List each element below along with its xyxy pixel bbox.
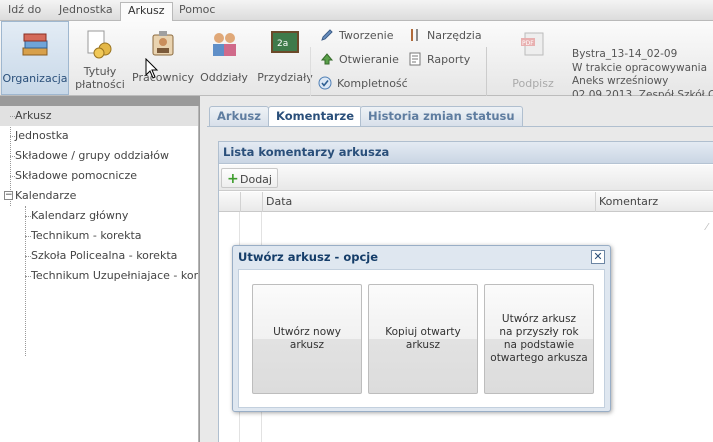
dialog-title: Utwórz arkusz - opcje [238, 250, 379, 264]
menu-item-help[interactable]: Pomoc [179, 3, 215, 16]
checkbox-column[interactable] [241, 192, 263, 212]
panel-title: Lista komentarzy arkusza [219, 142, 713, 164]
sheet-annex: Aneks wrześniowy [572, 75, 669, 87]
tree-item-post-secondary-correction[interactable]: Szkoła Policealna - korekta [0, 246, 198, 266]
plus-icon: + [227, 171, 239, 187]
tree-item-main-calendar[interactable]: Kalendarz główny [0, 206, 198, 226]
create-next-year-sheet-button[interactable]: Utwórz arkusz na przyszły rok na podstaw… [484, 284, 594, 394]
create-sheet-dialog: Utwórz arkusz - opcje ✕ Utwórz nowy arku… [232, 245, 611, 412]
organization-label: Organizacja [2, 72, 68, 85]
svg-text:2a: 2a [277, 39, 288, 49]
open-arrow-icon [320, 53, 334, 65]
navigation-tree: Arkusz Jednostka Składowe / grupy oddzia… [0, 106, 199, 442]
create-label: Tworzenie [339, 29, 394, 42]
comments-grid-header: Data Komentarz [219, 192, 713, 212]
collapse-tree-icon[interactable]: − [4, 191, 13, 200]
checkmark-circle-icon [318, 76, 332, 90]
sheet-name: Bystra_13-14_02-09 [572, 48, 678, 60]
payment-titles-button[interactable]: Tytuły płatności [70, 21, 130, 95]
assignments-button[interactable]: 2a Przydziały [256, 21, 314, 95]
row-number-column [219, 192, 241, 212]
organization-button[interactable]: Organizacja [1, 21, 69, 95]
create-new-sheet-button[interactable]: Utwórz nowy arkusz [252, 284, 362, 394]
classes-label: Oddziały [200, 71, 248, 84]
dialog-body: Utwórz nowy arkusz Kopiuj otwarty arkusz… [238, 269, 605, 408]
pencil-icon [321, 29, 333, 41]
create-button[interactable]: Tworzenie [320, 28, 393, 42]
tools-icon [411, 29, 418, 41]
copy-open-sheet-button[interactable]: Kopiuj otwarty arkusz [368, 284, 478, 394]
books-icon [22, 33, 48, 56]
reports-button[interactable]: Raporty [408, 52, 470, 66]
tree-item-sheet[interactable]: Arkusz [0, 106, 198, 126]
comment-column-header[interactable]: Komentarz [596, 192, 713, 212]
tools-label: Narzędzia [427, 29, 482, 42]
coins-icon [87, 30, 112, 59]
employees-label: Pracownicy [132, 71, 195, 84]
close-icon[interactable]: ✕ [591, 250, 605, 264]
mouse-cursor-icon [145, 58, 159, 79]
employees-button[interactable]: Pracownicy [132, 21, 194, 95]
add-label: Dodaj [240, 173, 272, 186]
chalkboard-icon: 2a [271, 31, 299, 53]
tree-item-auxiliary[interactable]: Składowe pomocnicze [0, 166, 198, 186]
tab-strip-border [207, 126, 713, 127]
sign-label: Podpisz [512, 77, 554, 90]
classes-button[interactable]: Oddziały [196, 21, 252, 95]
tree-item-unit[interactable]: Jednostka [0, 126, 198, 146]
tree-item-class-groups[interactable]: Składowe / grupy oddziałów [0, 146, 198, 166]
sheet-info: Bystra_13-14_02-09 W trakcie opracowywan… [572, 48, 713, 102]
tree-item-calendars[interactable]: − Kalendarze [0, 186, 198, 206]
students-icon [213, 33, 236, 56]
tab-sheet[interactable]: Arkusz [209, 106, 269, 126]
ribbon: Organizacja Tytuły płatności Pracownicy … [0, 21, 713, 109]
worker-badge-icon [152, 31, 174, 56]
completeness-button[interactable]: Kompletność [318, 76, 408, 90]
payment-titles-label: Tytuły płatności [75, 65, 125, 91]
menu-item-go-to[interactable]: Idź do [8, 3, 41, 16]
open-label: Otwieranie [339, 53, 399, 66]
reports-label: Raporty [427, 53, 471, 66]
assignments-label: Przydziały [257, 71, 313, 84]
menu-item-unit[interactable]: Jednostka [59, 3, 113, 16]
scroll-indicator-icon: ⁄ [706, 222, 708, 233]
add-comment-button[interactable]: +Dodaj [221, 168, 278, 188]
report-icon [409, 52, 421, 66]
panel-toolbar [219, 165, 713, 191]
menu-bar: Idź do Jednostka Arkusz Pomoc [0, 0, 713, 22]
sheet-status: W trakcie opracowywania [572, 61, 708, 74]
tree-item-technikum-correction[interactable]: Technikum - korekta [0, 226, 198, 246]
menu-item-sheet[interactable]: Arkusz [120, 2, 173, 22]
tree-item-supplementary-technikum-correction[interactable]: Technikum Uzupełniajace - korekta [0, 266, 198, 286]
pdf-icon: PDF [521, 32, 544, 56]
tab-comments[interactable]: Komentarze [268, 106, 363, 127]
completeness-label: Kompletność [337, 77, 408, 90]
open-button[interactable]: Otwieranie [320, 52, 399, 66]
sign-button[interactable]: PDF Podpisz [506, 21, 560, 95]
tools-button[interactable]: Narzędzia [408, 28, 482, 42]
tab-status-history[interactable]: Historia zmian statusu [360, 106, 523, 126]
date-column-header[interactable]: Data [263, 192, 596, 212]
svg-text:PDF: PDF [522, 40, 534, 47]
